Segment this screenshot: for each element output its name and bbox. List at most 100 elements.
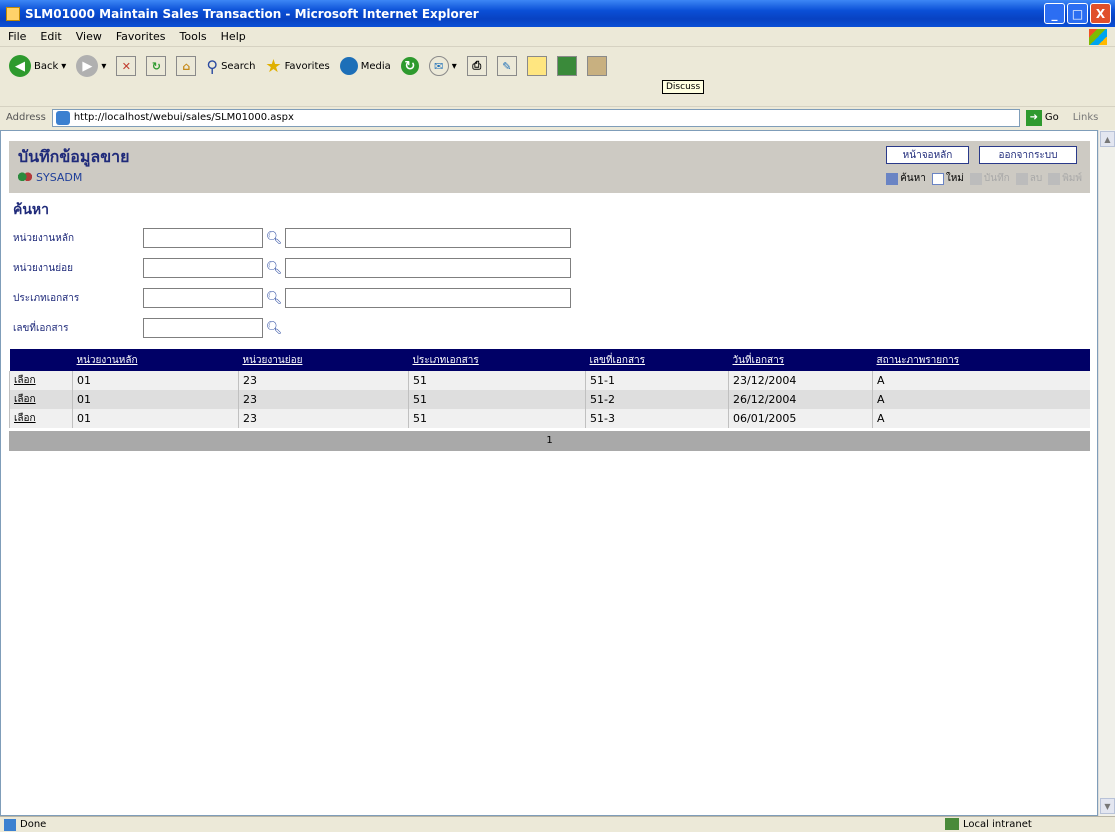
table-cell: 51-2 [585,390,729,409]
menu-help[interactable]: Help [221,30,246,43]
document-number-input[interactable] [143,318,263,338]
dropdown-arrow-icon: ▾ [451,60,457,72]
sub-unit-input[interactable] [143,258,263,278]
delete-tool: ลบ [1015,171,1043,186]
scroll-up-arrow-icon[interactable]: ▲ [1100,131,1115,147]
sub-unit-row: หน่วยงานย่อย 🔍︎ [13,257,571,279]
links-button[interactable]: Links [1073,112,1099,123]
forward-arrow-icon: ▶ [76,55,99,77]
menu-view[interactable]: View [76,30,102,43]
lookup-magnifier-icon[interactable]: 🔍︎ [263,288,285,308]
page-content: บันทึกข้อมูลขาย SYSADM หน้าจอหลัก ออกจาก… [0,130,1098,816]
table-cell: 23/12/2004 [728,371,873,390]
table-cell: A [872,409,1090,428]
discuss-button[interactable] [524,53,550,79]
menu-file[interactable]: File [8,30,26,43]
column-header[interactable]: วันที่เอกสาร [728,349,873,371]
table-cell: 51-1 [585,371,729,390]
close-button[interactable]: X [1090,3,1111,24]
table-cell: A [872,371,1090,390]
table-row: เลือก 01 23 51 51-2 26/12/2004 A [9,390,1090,409]
dropdown-arrow-icon: ▾ [101,60,107,72]
lookup-magnifier-icon[interactable]: 🔍︎ [263,228,285,248]
table-cell: 51 [408,371,586,390]
logout-button[interactable]: ออกจากระบบ [979,146,1077,164]
new-tool[interactable]: ใหม่ [931,171,964,186]
go-label: Go [1044,112,1059,123]
maximize-button[interactable]: □ [1067,3,1088,24]
vertical-scrollbar[interactable]: ▲ ▼ [1098,130,1115,816]
table-cell: 06/01/2005 [728,409,873,428]
zone-label: Local intranet [963,818,1032,830]
back-arrow-icon: ◀ [9,55,31,77]
save-icon [969,172,982,185]
edit-icon: ✎ [496,56,517,76]
select-link[interactable]: เลือก [9,390,73,409]
column-header[interactable]: สถานะภาพรายการ [872,349,1090,371]
lookup-magnifier-icon[interactable]: 🔍︎ [263,318,285,338]
main-unit-label: หน่วยงานหลัก [13,232,75,244]
delete-label: ลบ [1029,173,1043,184]
main-page-button[interactable]: หน้าจอหลัก [886,146,969,164]
messenger-button[interactable] [554,53,580,79]
discuss-tooltip: Discuss [662,80,705,94]
research-button[interactable] [584,53,610,79]
mail-button[interactable]: ✉ ▾ [426,53,460,79]
print-button[interactable]: ⎙ [464,53,490,79]
print-icon [1048,172,1061,185]
stop-button[interactable]: ✕ [113,53,139,79]
refresh-button[interactable]: ↻ [143,53,169,79]
address-url: http://localhost/webui/sales/SLM01000.as… [73,112,294,123]
print-tool: พิมพ์ [1048,171,1082,186]
document-type-input[interactable] [143,288,263,308]
home-button[interactable]: ⌂ [173,53,199,79]
lookup-magnifier-icon[interactable]: 🔍︎ [263,258,285,278]
page-title: บันทึกข้อมูลขาย [18,147,130,166]
search-icon: ⚲ [206,56,219,76]
ie-page-icon [6,6,20,21]
column-header[interactable]: ประเภทเอกสาร [408,349,586,371]
menu-favorites[interactable]: Favorites [116,30,166,43]
table-cell: A [872,390,1090,409]
favorites-button[interactable]: ★ Favorites [262,53,332,79]
history-icon: ↻ [400,57,419,75]
menu-tools[interactable]: Tools [180,30,207,43]
page-number[interactable]: 1 [546,435,552,446]
search-label: Search [221,60,256,72]
select-link[interactable]: เลือก [9,409,73,428]
edit-button[interactable]: ✎ [494,53,520,79]
main-unit-description-input [285,228,571,248]
table-cell: 01 [72,371,239,390]
table-cell: 26/12/2004 [728,390,873,409]
windows-logo-icon [1089,29,1107,45]
column-header[interactable]: เลขที่เอกสาร [585,349,729,371]
menu-edit[interactable]: Edit [40,30,61,43]
print-label: พิมพ์ [1062,173,1082,184]
back-label: Back [34,60,59,72]
go-button[interactable]: ➜ Go [1025,109,1059,126]
find-label: ค้นหา [900,173,926,184]
history-button[interactable]: ↻ [398,53,422,79]
table-row: เลือก 01 23 51 51-1 23/12/2004 A [9,371,1090,390]
table-row: เลือก 01 23 51 51-3 06/01/2005 A [9,409,1090,428]
back-button[interactable]: ◀ Back ▾ [6,53,69,79]
search-button[interactable]: ⚲ Search [203,53,258,79]
refresh-icon: ↻ [146,56,167,76]
minimize-button[interactable]: _ [1044,3,1065,24]
find-tool[interactable]: ค้นหา [886,171,926,186]
select-link[interactable]: เลือก [9,371,73,390]
column-header[interactable]: หน่วยงานหลัก [72,349,239,371]
main-unit-input[interactable] [143,228,263,248]
media-button[interactable]: Media [337,53,394,79]
address-input[interactable]: http://localhost/webui/sales/SLM01000.as… [51,108,1020,127]
table-cell: 51 [408,390,586,409]
go-arrow-icon: ➜ [1025,109,1042,126]
forward-button[interactable]: ▶ ▾ [73,53,109,79]
search-heading: ค้นหา [13,202,50,218]
ie-page-icon [55,110,70,125]
table-header-row: หน่วยงานหลัก หน่วยงานย่อย ประเภทเอกสาร เ… [9,349,1090,371]
document-type-label: ประเภทเอกสาร [13,292,80,304]
column-header[interactable]: หน่วยงานย่อย [238,349,409,371]
security-zone: Local intranet [945,818,1032,830]
scroll-down-arrow-icon[interactable]: ▼ [1100,798,1115,814]
